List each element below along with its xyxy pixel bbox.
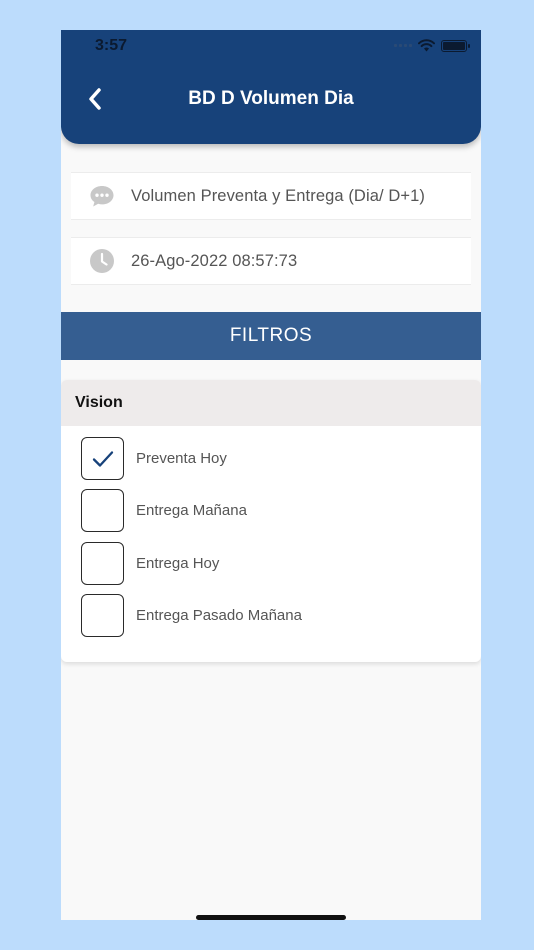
checkmark-icon bbox=[92, 450, 113, 467]
battery-icon bbox=[441, 39, 470, 52]
option-preventa-hoy[interactable]: Preventa Hoy bbox=[81, 437, 227, 480]
info-datetime-row: 26-Ago-2022 08:57:73 bbox=[71, 237, 471, 285]
status-icons bbox=[394, 39, 470, 52]
vision-section-title: Vision bbox=[61, 380, 481, 426]
option-label: Preventa Hoy bbox=[136, 450, 227, 467]
option-entrega-manana[interactable]: Entrega Mañana bbox=[81, 489, 247, 532]
option-entrega-pasado-manana[interactable]: Entrega Pasado Mañana bbox=[81, 594, 302, 637]
page-title: BD D Volumen Dia bbox=[188, 88, 354, 109]
report-description: Volumen Preventa y Entrega (Dia/ D+1) bbox=[131, 186, 425, 205]
option-entrega-hoy[interactable]: Entrega Hoy bbox=[81, 542, 219, 585]
wifi-icon bbox=[418, 39, 435, 52]
status-time: 3:57 bbox=[95, 37, 128, 54]
info-description-row: Volumen Preventa y Entrega (Dia/ D+1) bbox=[71, 172, 471, 220]
clock-icon bbox=[89, 248, 115, 274]
option-label: Entrega Hoy bbox=[136, 555, 220, 572]
report-datetime: 26-Ago-2022 08:57:73 bbox=[131, 251, 298, 270]
chat-bubble-icon bbox=[89, 183, 115, 209]
app-header: 3:57 BD D Volumen Dia bbox=[61, 30, 481, 144]
phone-screen: 3:57 BD D Volumen Dia Volumen Preventa y… bbox=[61, 30, 481, 920]
checkbox-preventa-hoy[interactable] bbox=[81, 437, 124, 480]
checkbox-entrega-manana[interactable] bbox=[81, 489, 124, 532]
checkbox-entrega-hoy[interactable] bbox=[81, 542, 124, 585]
home-indicator bbox=[196, 915, 346, 920]
filtros-header: FILTROS bbox=[61, 312, 481, 360]
option-label: Entrega Pasado Mañana bbox=[136, 607, 302, 624]
checkbox-entrega-pasado-manana[interactable] bbox=[81, 594, 124, 637]
vision-filter-card: Vision Preventa Hoy Entrega Mañana Entre… bbox=[61, 380, 481, 662]
option-label: Entrega Mañana bbox=[136, 502, 247, 519]
signal-icon bbox=[394, 44, 412, 47]
